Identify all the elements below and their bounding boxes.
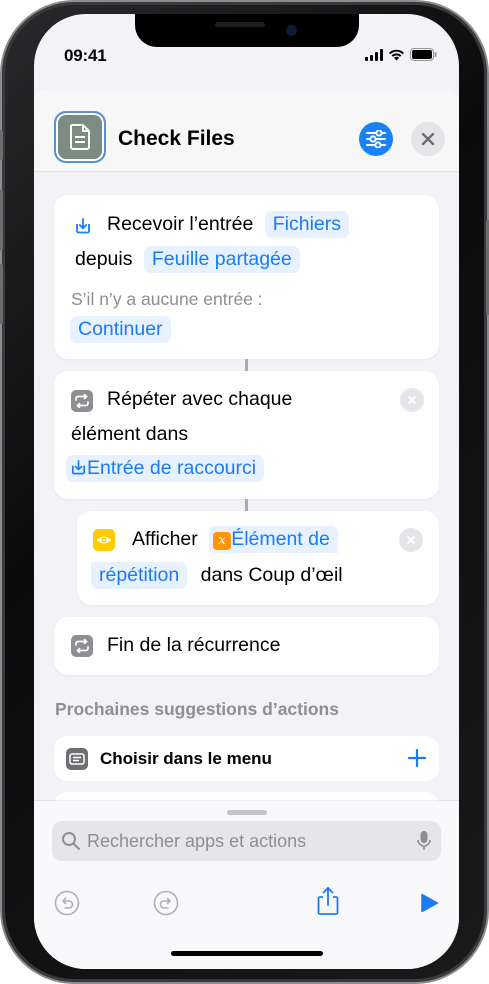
suggestions-title: Prochaines suggestions d’actions <box>55 699 339 719</box>
repeat-item-label-line1: Élément de <box>231 528 330 550</box>
action-button <box>0 130 3 160</box>
suggestion-item[interactable]: Choisir dans le menu <box>54 736 439 781</box>
editor-header: Check Files <box>34 89 459 172</box>
notch <box>135 14 359 47</box>
end-repeat-label: Fin de la récurrence <box>107 634 281 656</box>
remove-repeat-button[interactable] <box>400 388 424 412</box>
undo-button[interactable] <box>53 889 81 917</box>
no-input-label: S’il n’y a aucune entrée : <box>71 289 263 309</box>
home-indicator <box>171 951 323 956</box>
connector-line <box>245 359 248 371</box>
repeat-item-token[interactable]: x Élément de <box>209 526 338 553</box>
share-icon <box>317 887 339 915</box>
speaker <box>215 22 265 27</box>
show-suffix: dans Coup d’œil <box>200 564 343 586</box>
repeat-input-token[interactable]: Entrée de raccourci <box>66 455 265 482</box>
volume-down-button <box>0 264 3 324</box>
receive-label: Recevoir l’entrée <box>107 213 254 235</box>
camera <box>286 25 297 36</box>
status-icons <box>365 48 437 61</box>
action-search-panel: Rechercher apps et actions <box>34 801 459 969</box>
redo-icon <box>153 890 179 916</box>
close-icon <box>408 396 416 404</box>
repeat-icon <box>71 635 93 657</box>
share-button[interactable] <box>314 887 342 915</box>
microphone-icon[interactable] <box>417 830 431 852</box>
show-label: Afficher <box>132 528 198 550</box>
repeat-input-label: Entrée de raccourci <box>87 457 257 479</box>
shortcut-input-icon <box>71 460 86 475</box>
play-button[interactable] <box>415 889 443 917</box>
close-icon <box>407 536 415 544</box>
redo-button[interactable] <box>152 889 180 917</box>
search-field[interactable]: Rechercher apps et actions <box>52 821 441 861</box>
search-icon <box>62 832 80 850</box>
wifi-icon <box>389 49 404 60</box>
cellular-signal-icon <box>365 48 383 61</box>
suggestion-label: Choisir dans le menu <box>100 749 272 768</box>
repeat-item-label-line2[interactable]: répétition <box>91 562 188 589</box>
battery-icon <box>410 48 437 61</box>
undo-icon <box>54 890 80 916</box>
close-button[interactable] <box>411 122 445 156</box>
settings-button[interactable] <box>359 122 393 156</box>
repeat-icon <box>71 390 93 412</box>
variable-icon: x <box>213 532 232 550</box>
add-icon[interactable] <box>405 746 429 770</box>
shortcut-title[interactable]: Check Files <box>118 127 235 151</box>
sliders-icon <box>366 130 386 148</box>
repeat-label-line2: élément dans <box>71 423 189 445</box>
quick-look-action[interactable]: Afficher x Élément de répétition dans Cou… <box>77 511 439 605</box>
panel-grabber[interactable] <box>227 810 267 815</box>
source-token[interactable]: Feuille partagée <box>143 246 300 273</box>
volume-up-button <box>0 190 3 250</box>
screen: 09:41 Check Files Recevoir l’entrée Fich… <box>34 14 459 969</box>
eye-icon <box>93 529 115 551</box>
search-placeholder: Rechercher apps et actions <box>87 830 307 851</box>
remove-quick-look-button[interactable] <box>399 528 423 552</box>
status-time: 09:41 <box>64 46 107 65</box>
close-icon <box>421 132 435 146</box>
play-icon <box>421 893 439 913</box>
end-repeat-action[interactable]: Fin de la récurrence <box>54 617 439 675</box>
document-icon <box>69 124 90 150</box>
from-label: depuis <box>75 248 133 270</box>
connector-line <box>245 499 248 511</box>
phone-frame: 09:41 Check Files Recevoir l’entrée Fich… <box>0 2 489 982</box>
menu-icon <box>66 748 88 770</box>
input-type-token[interactable]: Fichiers <box>264 211 350 238</box>
receive-icon <box>72 215 94 237</box>
shortcut-icon[interactable] <box>54 111 106 163</box>
repeat-label-line1: Répéter avec chaque <box>107 388 293 410</box>
no-input-token[interactable]: Continuer <box>70 316 171 343</box>
repeat-action[interactable]: Répéter avec chaque élément dans Entrée … <box>54 371 439 499</box>
receive-input-action[interactable]: Recevoir l’entrée Fichiers depuis Feuill… <box>54 195 439 359</box>
